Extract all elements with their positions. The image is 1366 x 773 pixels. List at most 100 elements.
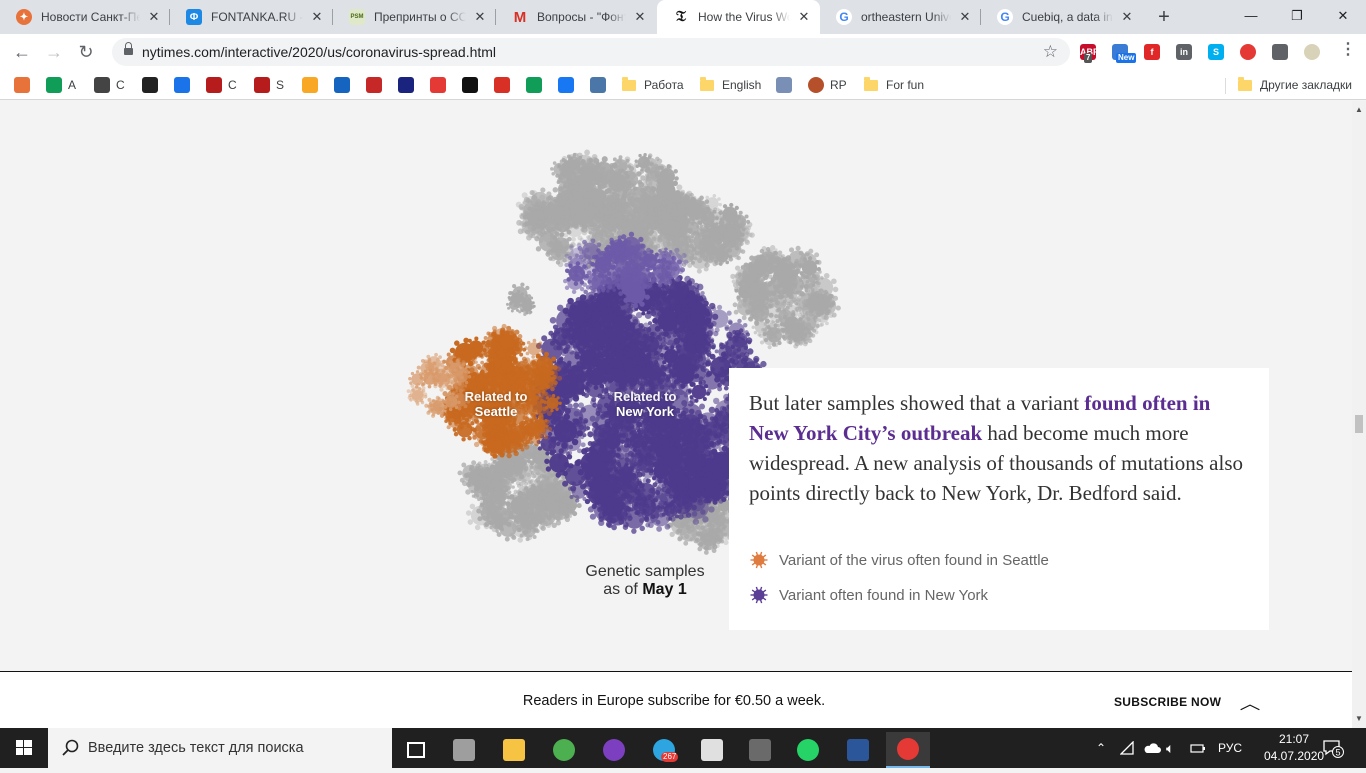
bookmark-item[interactable] bbox=[174, 76, 196, 94]
taskbar-app-telegram[interactable]: 267 bbox=[642, 732, 686, 768]
scrollbar-thumb[interactable] bbox=[1355, 415, 1363, 433]
chrome-menu-icon[interactable]: ⋮ bbox=[1340, 42, 1356, 58]
bookmark-folder[interactable]: RP bbox=[808, 76, 847, 94]
bookmark-item[interactable] bbox=[494, 76, 516, 94]
taskbar-app-paint[interactable] bbox=[690, 732, 734, 768]
taskbar-app-calculator[interactable] bbox=[738, 732, 782, 768]
folder-label: Работа bbox=[644, 78, 684, 92]
minimize-button[interactable]: — bbox=[1228, 0, 1274, 32]
cluster-label-line1: Related to bbox=[464, 389, 528, 404]
browser-toolbar: ← → ↻ nytimes.com/interactive/2020/us/co… bbox=[0, 34, 1366, 70]
puzzle-icon[interactable] bbox=[1272, 44, 1288, 60]
onedrive-icon[interactable] bbox=[1143, 728, 1161, 768]
bookmark-folder[interactable]: Работа bbox=[622, 76, 684, 94]
taskbar-app-chrome[interactable] bbox=[542, 732, 586, 768]
address-bar[interactable]: nytimes.com/interactive/2020/us/coronavi… bbox=[112, 38, 1070, 66]
input-language[interactable]: РУС bbox=[1218, 728, 1242, 768]
new-tab-button[interactable]: + bbox=[1152, 5, 1176, 29]
story-paragraph: But later samples showed that a variant … bbox=[749, 388, 1254, 508]
tab-nytimes[interactable]: 𝔗 How the Virus Won ✕ bbox=[657, 0, 820, 34]
skype-icon[interactable]: S bbox=[1208, 44, 1224, 60]
tab-fontanka[interactable]: Ф FONTANKA.RU - Бумажный ✕ bbox=[170, 0, 333, 34]
story-text: But later samples showed that a variant bbox=[749, 391, 1085, 415]
bookmark-item[interactable] bbox=[14, 76, 36, 94]
whatsapp-icon bbox=[797, 739, 819, 761]
file-explorer-icon bbox=[503, 739, 525, 761]
clock-time: 21:07 bbox=[1278, 732, 1310, 746]
close-icon[interactable]: ✕ bbox=[632, 9, 648, 25]
bookmark-item[interactable] bbox=[142, 76, 164, 94]
story-card: But later samples showed that a variant … bbox=[729, 368, 1269, 630]
bookmark-star-icon[interactable]: ☆ bbox=[1043, 42, 1058, 62]
bookmark-item[interactable]: C bbox=[206, 76, 237, 94]
bookmark-item[interactable]: A bbox=[46, 76, 76, 94]
bookmark-item[interactable]: S bbox=[254, 76, 284, 94]
bookmark-item[interactable] bbox=[366, 76, 388, 94]
bookmark-item[interactable] bbox=[302, 76, 324, 94]
tab-northeastern[interactable]: G ortheastern University ✕ bbox=[820, 0, 981, 34]
network-icon[interactable] bbox=[1120, 728, 1136, 768]
bookmark-label: S bbox=[276, 78, 285, 92]
paint-icon bbox=[701, 739, 723, 761]
pokeball-icon[interactable] bbox=[1240, 44, 1256, 60]
lock-icon bbox=[124, 42, 133, 57]
subscribe-now-button[interactable]: SUBSCRIBE NOW bbox=[1114, 695, 1221, 709]
scroll-down-arrow[interactable]: ▼ bbox=[1352, 712, 1366, 726]
new-badge-icon[interactable]: New bbox=[1112, 44, 1137, 63]
bookmark-item[interactable] bbox=[526, 76, 548, 94]
bookmark-item[interactable] bbox=[334, 76, 356, 94]
volume-icon[interactable]: 🔈︎ bbox=[1166, 728, 1174, 768]
close-icon[interactable]: ✕ bbox=[1119, 9, 1135, 25]
close-icon[interactable]: ✕ bbox=[957, 9, 973, 25]
close-icon[interactable]: ✕ bbox=[146, 9, 162, 25]
tab-cuebiq[interactable]: G Cuebiq, a data intelligence ✕ bbox=[981, 0, 1143, 34]
bookmark-item[interactable] bbox=[398, 76, 420, 94]
linkedin-icon[interactable]: in bbox=[1176, 44, 1192, 60]
taskbar-app-file-explorer[interactable] bbox=[492, 732, 536, 768]
adblock-icon[interactable]: ABP 7 bbox=[1080, 44, 1099, 63]
bookmark-item[interactable] bbox=[590, 76, 612, 94]
taskbar-app-chrome-active[interactable] bbox=[886, 732, 930, 768]
chevron-up-icon[interactable]: ︿ bbox=[1240, 690, 1261, 714]
maximize-button[interactable]: ❐ bbox=[1274, 0, 1320, 32]
other-bookmarks-folder[interactable]: Другие закладки bbox=[1238, 76, 1352, 94]
close-window-button[interactable]: ✕ bbox=[1320, 0, 1366, 32]
bookmark-folder[interactable] bbox=[776, 76, 798, 94]
bookmark-item[interactable] bbox=[558, 76, 580, 94]
close-icon[interactable]: ✕ bbox=[472, 9, 488, 25]
show-hidden-icons[interactable]: ⌃ bbox=[1096, 728, 1106, 768]
a-letter-icon bbox=[302, 77, 318, 93]
start-button[interactable] bbox=[0, 728, 48, 768]
tab-gmail[interactable]: M Вопросы - "Фонтанка" ✕ bbox=[496, 0, 656, 34]
reload-button[interactable]: ↻ bbox=[72, 38, 100, 66]
flipboard-icon[interactable]: f bbox=[1144, 44, 1160, 60]
close-icon[interactable]: ✕ bbox=[309, 9, 325, 25]
taskbar-search[interactable]: Введите здесь текст для поиска bbox=[48, 728, 392, 768]
rp-icon bbox=[808, 77, 824, 93]
battery-icon[interactable] bbox=[1190, 728, 1206, 768]
taskbar-app-podcast[interactable] bbox=[592, 732, 636, 768]
bookmark-item[interactable] bbox=[462, 76, 484, 94]
legend-label: Variant of the virus often found in Seat… bbox=[779, 551, 1049, 569]
forward-button[interactable]: → bbox=[40, 38, 68, 66]
scroll-up-arrow[interactable]: ▲ bbox=[1352, 103, 1366, 117]
bookmark-item[interactable] bbox=[430, 76, 452, 94]
profile-avatar[interactable] bbox=[1304, 44, 1320, 60]
bookmark-folder[interactable]: For fun bbox=[864, 76, 924, 94]
bookmark-item[interactable]: C bbox=[94, 76, 125, 94]
bookmark-folder[interactable]: English bbox=[700, 76, 761, 94]
back-button[interactable]: ← bbox=[8, 38, 36, 66]
action-center-button[interactable]: 5 bbox=[1322, 728, 1344, 768]
mail-icon bbox=[174, 77, 190, 93]
airline-icon bbox=[776, 77, 792, 93]
taskbar-app-word[interactable] bbox=[836, 732, 880, 768]
page-scrollbar[interactable]: ▲ ▼ bbox=[1352, 101, 1366, 728]
tab-preprints[interactable]: PSM Препринты о COVID-19 ✕ bbox=[333, 0, 496, 34]
close-icon[interactable]: ✕ bbox=[796, 9, 812, 25]
windows-logo-icon bbox=[16, 740, 32, 755]
taskbar-app-scanner[interactable] bbox=[442, 732, 486, 768]
system-clock[interactable]: 21:07 04.07.2020 bbox=[1264, 731, 1324, 765]
taskbar-app-task-view[interactable] bbox=[394, 732, 438, 768]
taskbar-app-whatsapp[interactable] bbox=[786, 732, 830, 768]
tab-novosti[interactable]: ✦ Новости Санкт-Петербурга ✕ bbox=[0, 0, 170, 34]
